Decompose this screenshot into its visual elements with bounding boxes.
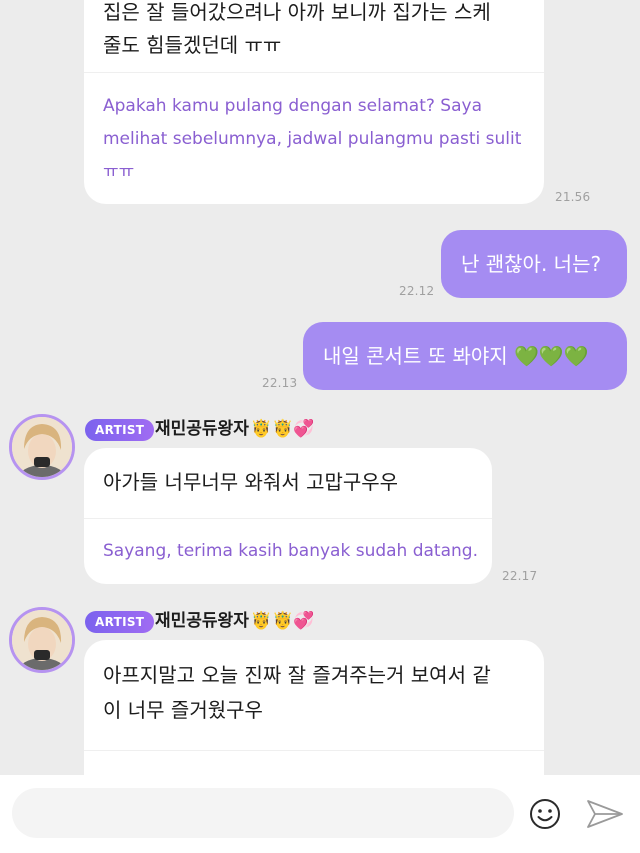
translation-text: ㅠㅠ [103,162,135,182]
message-text: 난 괜찮아. 너는? [461,252,602,276]
message-text: 이 너무 즐거웠구우 [103,698,263,722]
sender-name-text: 재민공듀왕자 [155,419,249,439]
translation-divider [84,518,492,519]
message-text: 집은 잘 들어갔으려나 아까 보니까 집가는 스케 [103,0,491,24]
message-text: 아가들 너무너무 와줘서 고맙구우우 [103,470,399,494]
sender-name-text: 재민공듀왕자 [155,611,249,631]
translation-text: melihat sebelumnya, jadwal pulangmu past… [103,129,522,149]
incoming-message-bubble[interactable]: 집은 잘 들어갔으려나 아까 보니까 집가는 스케 줄도 힘들겠던데 ㅠㅠ Ap… [84,0,544,204]
translation-text: Apakah kamu pulang dengan selamat? Saya [103,96,482,116]
avatar-image [12,417,72,477]
crown-heart-emoji: 🤴🤴💞 [250,611,315,631]
sender-name[interactable]: 재민공듀왕자 🤴🤴💞 [155,417,314,441]
artist-badge: ARTIST [85,419,155,441]
artist-avatar[interactable] [9,607,75,673]
incoming-message-bubble[interactable]: 아가들 너무너무 와줘서 고맙구우우 Sayang, terima kasih … [84,448,492,584]
translation-divider [84,72,544,73]
message-text: 줄도 힘들겠던데 ㅠㅠ [103,33,282,57]
paper-plane-icon[interactable] [585,797,625,831]
message-input[interactable] [12,788,514,838]
artist-badge: ARTIST [85,611,155,633]
translation-divider [84,750,544,751]
chat-screen: 집은 잘 들어갔으려나 아까 보니까 집가는 스케 줄도 힘들겠던데 ㅠㅠ Ap… [0,0,640,853]
translation-text: Sayang, terima kasih banyak sudah datang… [103,541,478,561]
crown-heart-emoji: 🤴🤴💞 [250,419,315,439]
message-timestamp: 22.13 [262,376,298,390]
artist-avatar[interactable] [9,414,75,480]
message-timestamp: 22.12 [399,284,435,298]
smiley-icon[interactable] [528,797,562,831]
avatar-image [12,610,72,670]
message-composer [0,775,640,853]
outgoing-message-bubble[interactable]: 난 괜찮아. 너는? [441,230,627,298]
outgoing-message-bubble[interactable]: 내일 콘서트 또 봐야지 💚💚💚 [303,322,627,390]
green-heart-icon: 💚💚💚 [514,344,589,368]
message-text: 아프지말고 오늘 진짜 잘 즐겨주는거 보여서 같 [103,663,491,687]
sender-name[interactable]: 재민공듀왕자 🤴🤴💞 [155,609,314,633]
message-text: 내일 콘서트 또 봐야지 [323,344,515,368]
message-timestamp: 22.17 [502,569,538,583]
message-timestamp: 21.56 [555,190,591,204]
